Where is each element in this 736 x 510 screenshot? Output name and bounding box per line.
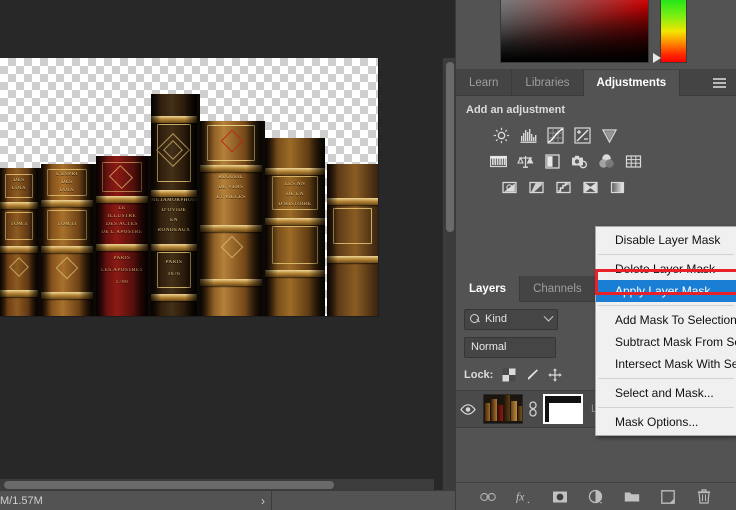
hue-slider[interactable] bbox=[661, 0, 686, 62]
menu-separator bbox=[598, 378, 734, 379]
tab-layers[interactable]: Layers bbox=[456, 276, 521, 302]
book-spine bbox=[327, 164, 378, 316]
new-layer-icon[interactable] bbox=[660, 489, 676, 505]
invert-icon[interactable] bbox=[501, 179, 518, 196]
menu-item-select-and-mask[interactable]: Select and Mask... bbox=[596, 382, 736, 404]
photo-filter-icon[interactable] bbox=[571, 153, 588, 170]
eye-icon[interactable] bbox=[456, 403, 480, 415]
layers-footer-toolbar: fx bbox=[456, 482, 736, 510]
layer-mask-context-menu[interactable]: Disable Layer Mask Delete Layer Mask App… bbox=[595, 226, 736, 436]
new-group-icon[interactable] bbox=[624, 489, 640, 505]
levels-icon[interactable] bbox=[520, 127, 537, 144]
lock-transparent-pixels-icon[interactable] bbox=[502, 368, 516, 382]
book-spine: DES LOIX TOM.I bbox=[0, 168, 38, 316]
adjustments-tabstrip: Learn Libraries Adjustments bbox=[456, 70, 736, 96]
book-spines-image: DES LOIX TOM.I L'ESPRI DES LOIX TOM.II L… bbox=[0, 58, 378, 316]
mask-shape bbox=[549, 403, 581, 422]
lock-image-pixels-icon[interactable] bbox=[525, 368, 539, 382]
book-spine: LE ILLUSTRE DES ACTES DE L'APOSTRE PARIS… bbox=[96, 156, 148, 316]
scrollbar-thumb[interactable] bbox=[446, 62, 454, 232]
menu-separator bbox=[598, 305, 734, 306]
fx-icon[interactable]: fx bbox=[516, 489, 532, 505]
blend-mode-value: Normal bbox=[471, 341, 507, 353]
link-icon[interactable] bbox=[526, 401, 540, 417]
add-adjustment-label: Add an adjustment bbox=[466, 104, 566, 116]
color-panel bbox=[456, 0, 736, 70]
menu-item-disable-layer-mask[interactable]: Disable Layer Mask bbox=[596, 229, 736, 251]
link-layers-icon[interactable] bbox=[480, 489, 496, 505]
document-area: DES LOIX TOM.I L'ESPRI DES LOIX TOM.II L… bbox=[0, 0, 456, 510]
book-spine: L'ESPRI DES LOIX TOM.II bbox=[41, 164, 93, 316]
chevron-down-icon bbox=[543, 311, 554, 322]
exposure-icon[interactable] bbox=[574, 126, 591, 144]
layer-mask-thumbnail[interactable] bbox=[543, 394, 583, 424]
search-icon bbox=[470, 314, 480, 324]
status-expand-arrow[interactable]: › bbox=[255, 494, 271, 508]
image-canvas[interactable]: DES LOIX TOM.I L'ESPRI DES LOIX TOM.II L… bbox=[0, 58, 434, 490]
lock-position-icon[interactable] bbox=[548, 368, 562, 382]
layer-thumbnail[interactable] bbox=[483, 394, 523, 424]
blend-mode-select[interactable]: Normal bbox=[464, 336, 556, 358]
color-field-gradient bbox=[501, 0, 648, 62]
black-white-icon[interactable] bbox=[544, 153, 561, 170]
color-field[interactable] bbox=[501, 0, 648, 62]
status-divider bbox=[271, 491, 272, 510]
add-layer-mask-icon[interactable] bbox=[552, 489, 568, 505]
document-size-status: M/1.57M bbox=[0, 494, 43, 507]
menu-separator bbox=[598, 407, 734, 408]
tab-adjustments[interactable]: Adjustments bbox=[583, 70, 681, 96]
canvas-vertical-scrollbar[interactable] bbox=[442, 58, 456, 490]
adjustment-row-1 bbox=[456, 124, 736, 146]
menu-item-add-mask-to-selection[interactable]: Add Mask To Selection bbox=[596, 309, 736, 331]
layer-filter-label: Kind bbox=[485, 313, 508, 325]
brightness-contrast-icon[interactable] bbox=[493, 127, 510, 144]
color-balance-icon[interactable] bbox=[517, 153, 534, 170]
tab-channels[interactable]: Channels bbox=[520, 276, 596, 301]
threshold-icon[interactable] bbox=[555, 179, 572, 196]
tab-libraries[interactable]: Libraries bbox=[512, 70, 584, 95]
color-lookup-icon[interactable] bbox=[625, 153, 642, 170]
menu-item-delete-layer-mask[interactable]: Delete Layer Mask bbox=[596, 258, 736, 280]
hue-saturation-icon[interactable] bbox=[490, 153, 507, 170]
panel-menu-button[interactable] bbox=[703, 70, 736, 95]
scrollbar-thumb[interactable] bbox=[4, 481, 334, 489]
book-spine: LES AN DE LA D'HISTOIRE bbox=[265, 138, 325, 316]
posterize-icon[interactable] bbox=[528, 179, 545, 196]
curves-icon[interactable] bbox=[547, 126, 564, 144]
menu-item-intersect-mask-with-selection[interactable]: Intersect Mask With Selection bbox=[596, 353, 736, 375]
selective-color-icon[interactable] bbox=[582, 179, 599, 196]
svg-text:fx: fx bbox=[516, 491, 525, 503]
status-bar: M/1.57M › bbox=[0, 490, 456, 510]
menu-item-apply-layer-mask[interactable]: Apply Layer Mask bbox=[596, 280, 736, 302]
vibrance-icon[interactable] bbox=[601, 127, 618, 144]
tab-learn[interactable]: Learn bbox=[456, 70, 513, 95]
menu-item-mask-options[interactable]: Mask Options... bbox=[596, 411, 736, 433]
lock-label: Lock: bbox=[464, 369, 494, 381]
adjustment-row-2 bbox=[456, 150, 736, 172]
adjustment-row-3 bbox=[456, 176, 736, 198]
hamburger-icon bbox=[713, 77, 726, 88]
delete-layer-icon[interactable] bbox=[696, 489, 712, 505]
new-fill-adjustment-icon[interactable] bbox=[588, 489, 604, 505]
gradient-map-icon[interactable] bbox=[609, 179, 626, 196]
book-spine: RECUEIL DE VERS ET PIECES bbox=[200, 121, 262, 316]
photoshop-window: DES LOIX TOM.I L'ESPRI DES LOIX TOM.II L… bbox=[0, 0, 736, 510]
menu-separator bbox=[598, 254, 734, 255]
book-spine: METAMORPHOSES D'OVIDE EN RONDEAUX PARIS … bbox=[151, 94, 197, 316]
canvas-horizontal-scrollbar[interactable] bbox=[0, 478, 434, 490]
menu-item-subtract-mask-from-selection[interactable]: Subtract Mask From Selection bbox=[596, 331, 736, 353]
layer-filter-kind-select[interactable]: Kind bbox=[464, 308, 558, 330]
channel-mixer-icon[interactable] bbox=[598, 153, 615, 170]
hue-slider-marker[interactable] bbox=[653, 53, 661, 63]
